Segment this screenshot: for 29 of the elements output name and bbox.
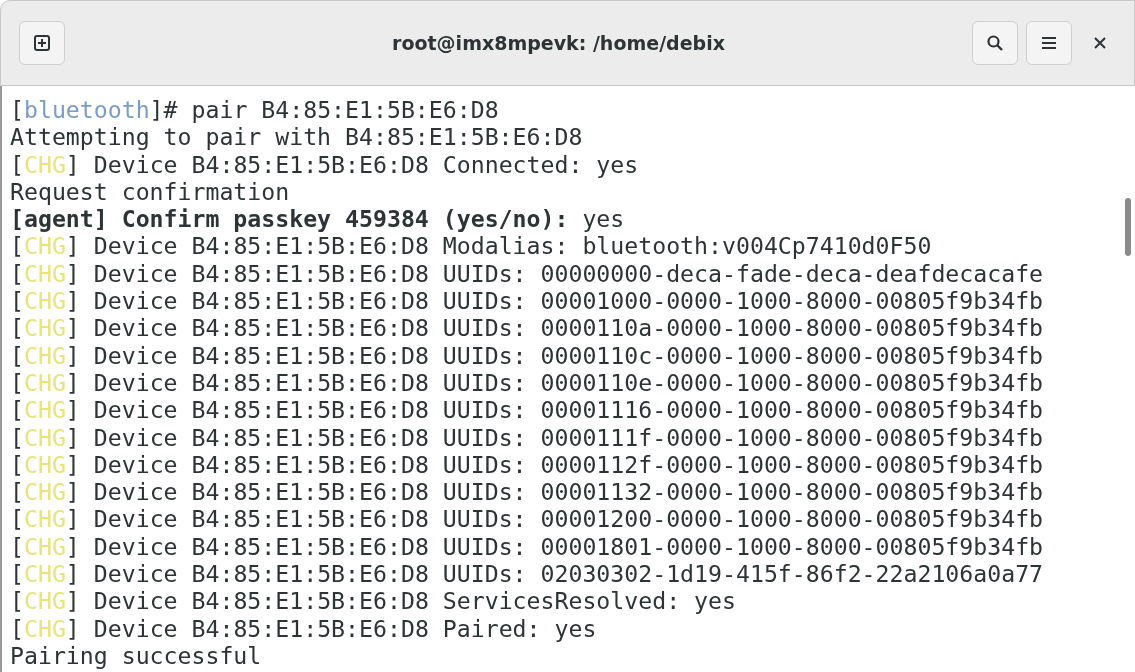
- terminal-line: [CHG] Device B4:85:E1:5B:E6:D8 UUIDs: 00001801-0000-1000-8000-00805f9b34fb: [10, 532, 1045, 561]
- terminal-line: [CHG] Device B4:85:E1:5B:E6:D8 UUIDs: 00001200-0000-1000-8000-00805f9b34fb: [10, 505, 1045, 533]
- terminal-line: [agent] Confirm passkey 459384 (yes/no): yes: [10, 205, 626, 233]
- terminal-line: [CHG] Device B4:85:E1:5B:E6:D8 UUIDs: 00001116-0000-1000-8000-00805f9b34fb: [10, 396, 1045, 424]
- terminal-line: [CHG] Device B4:85:E1:5B:E6:D8 UUIDs: 00001132-0000-1000-8000-00805f9b34fb: [10, 478, 1045, 506]
- terminal-line: [CHG] Device B4:85:E1:5B:E6:D8 UUIDs: 00001000-0000-1000-8000-00805f9b34fb: [10, 287, 1045, 315]
- terminal-line: [CHG] Device B4:85:E1:5B:E6:D8 Connected: yes: [10, 150, 640, 178]
- terminal-line: [CHG] Device B4:85:E1:5B:E6:D8 Modalias: bluetooth:v004Cp7410d0F50: [10, 232, 933, 260]
- menu-button[interactable]: [1026, 21, 1072, 65]
- plus-box-icon: [33, 34, 51, 52]
- terminal-line: [CHG] Device B4:85:E1:5B:E6:D8 UUIDs: 0000110e-0000-1000-8000-00805f9b34fb: [10, 368, 1045, 397]
- terminal-line: Attempting to pair with B4:85:E1:5B:E6:D8: [10, 123, 584, 151]
- window-title: root@imx8mpevk: /home/debix: [391, 32, 726, 54]
- search-button[interactable]: [972, 21, 1018, 65]
- search-icon: [986, 34, 1004, 52]
- terminal-line: [CHG] Device B4:85:E1:5B:E6:D8 UUIDs: 0000111f-0000-1000-8000-00805f9b34fb: [10, 423, 1045, 451]
- terminal-line: [bluetooth]# pair B4:85:E1:5B:E6:D8: [10, 96, 500, 124]
- new-tab-button[interactable]: [19, 21, 65, 65]
- terminal-line: Request confirmation: [10, 177, 291, 206]
- terminal-line: [CHG] Device B4:85:E1:5B:E6:D8 ServicesResolved: yes: [10, 587, 737, 615]
- terminal-line: Pairing successful: [10, 641, 263, 670]
- terminal-line: [CHG] Device B4:85:E1:5B:E6:D8 UUIDs: 02030302-1d19-415f-86f2-22a2106a0a77: [10, 560, 1045, 588]
- terminal-line: [CHG] Device B4:85:E1:5B:E6:D8 Paired: yes: [10, 614, 598, 642]
- terminal-line: [CHG] Device B4:85:E1:5B:E6:D8 UUIDs: 0000110c-0000-1000-8000-00805f9b34fb: [10, 341, 1045, 369]
- close-icon: [1094, 37, 1106, 49]
- terminal-line: [CHG] Device B4:85:E1:5B:E6:D8 UUIDs: 0000110a-0000-1000-8000-00805f9b34fb: [10, 314, 1045, 342]
- terminal-line: [CHG] Device B4:85:E1:5B:E6:D8 UUIDs: 0000112f-0000-1000-8000-00805f9b34fb: [10, 450, 1045, 479]
- terminal-line: [CHG] Device B4:85:E1:5B:E6:D8 UUIDs: 00000000-deca-fade-deca-deafdecacafe: [10, 259, 1045, 288]
- menu-icon: [1041, 36, 1057, 50]
